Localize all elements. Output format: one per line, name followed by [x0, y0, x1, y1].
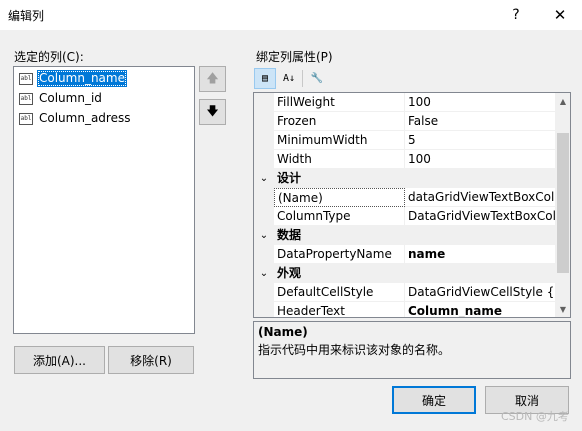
property-name: ColumnType — [274, 207, 405, 226]
add-column-button[interactable]: 添加(A)... — [14, 346, 105, 374]
property-row[interactable]: DefaultCellStyle DataGridViewCellStyle {… — [254, 283, 555, 302]
collapse-icon[interactable]: ⌄ — [254, 226, 274, 245]
list-item-label: Column_id — [39, 91, 102, 105]
row-gutter — [254, 188, 274, 207]
description-text: 指示代码中用来标识该对象的名称。 — [258, 343, 451, 357]
property-value[interactable]: Column_name — [405, 302, 555, 317]
collapse-icon[interactable]: ⌄ — [254, 264, 274, 283]
property-row[interactable]: Width 100 — [254, 150, 555, 169]
property-name: Width — [274, 150, 405, 169]
property-row[interactable]: MinimumWidth 5 — [254, 131, 555, 150]
property-grid-scrollbar[interactable]: ▲ ▼ — [555, 93, 570, 317]
row-gutter — [254, 302, 274, 317]
close-button[interactable]: ✕ — [538, 0, 582, 30]
row-gutter — [254, 93, 274, 112]
category-row-design[interactable]: ⌄ 设计 — [254, 169, 555, 188]
help-button[interactable]: ? — [494, 0, 538, 30]
alphabetical-sort-icon[interactable]: A↓ — [278, 68, 300, 89]
list-item[interactable]: abl Column_id — [17, 89, 104, 108]
selected-columns-list[interactable]: abl Column_name abl Column_id abl Column… — [13, 66, 195, 334]
property-name: (Name) — [274, 188, 405, 207]
property-value[interactable]: DataGridViewTextBoxColu — [405, 207, 555, 226]
category-spacer — [405, 169, 555, 188]
textbox-column-icon: abl — [19, 92, 33, 105]
property-name: DefaultCellStyle — [274, 283, 405, 302]
row-gutter — [254, 131, 274, 150]
property-value[interactable]: DataGridViewCellStyle { } — [405, 283, 555, 302]
window-title: 编辑列 — [8, 9, 45, 23]
property-description-panel: (Name) 指示代码中用来标识该对象的名称。 — [253, 321, 571, 379]
bound-column-properties-label: 绑定列属性(P) — [256, 50, 333, 64]
property-value[interactable]: 5 — [405, 131, 555, 150]
list-item-label: Column_adress — [39, 111, 131, 125]
property-row[interactable]: DataPropertyName name — [254, 245, 555, 264]
property-value[interactable]: name — [405, 245, 555, 264]
row-gutter — [254, 207, 274, 226]
property-value[interactable]: False — [405, 112, 555, 131]
list-item[interactable]: abl Column_adress — [17, 109, 132, 128]
collapse-icon[interactable]: ⌄ — [254, 169, 274, 188]
wrench-icon[interactable]: 🔧 — [306, 68, 328, 89]
list-item-label: Column_name — [37, 70, 127, 87]
textbox-column-icon: abl — [19, 72, 33, 85]
property-row[interactable]: ColumnType DataGridViewTextBoxColu — [254, 207, 555, 226]
property-value[interactable]: 100 — [405, 150, 555, 169]
row-gutter — [254, 150, 274, 169]
watermark: CSDN @九考 — [501, 410, 569, 423]
row-gutter — [254, 283, 274, 302]
category-row-appearance[interactable]: ⌄ 外观 — [254, 264, 555, 283]
property-value[interactable]: 100 — [405, 93, 555, 112]
dialog-client-area: 选定的列(C): abl Column_name abl Column_id a… — [0, 30, 582, 431]
remove-column-button[interactable]: 移除(R) — [108, 346, 194, 374]
property-name: FillWeight — [274, 93, 405, 112]
scroll-down-icon[interactable]: ▼ — [555, 301, 570, 317]
category-name: 数据 — [277, 228, 302, 242]
ok-button[interactable]: 确定 — [392, 386, 476, 414]
property-row[interactable]: (Name) dataGridViewTextBoxColu — [254, 188, 555, 207]
category-row-data[interactable]: ⌄ 数据 — [254, 226, 555, 245]
description-title: (Name) — [258, 325, 308, 339]
category-spacer — [405, 226, 555, 245]
toolbar-separator — [302, 70, 303, 87]
move-down-button[interactable]: 🡇 — [199, 99, 226, 125]
property-grid[interactable]: FillWeight 100 Frozen False MinimumWidth… — [253, 92, 571, 318]
property-name: HeaderText — [274, 302, 405, 317]
categorized-icon[interactable]: ▤ — [254, 68, 276, 89]
category-name: 外观 — [277, 266, 302, 280]
property-row[interactable]: HeaderText Column_name — [254, 302, 555, 317]
selected-columns-label: 选定的列(C): — [14, 50, 84, 64]
property-row[interactable]: Frozen False — [254, 112, 555, 131]
property-value[interactable]: dataGridViewTextBoxColu — [405, 188, 555, 207]
category-name: 设计 — [277, 171, 302, 185]
property-name: DataPropertyName — [274, 245, 405, 264]
arrow-up-icon: 🡅 — [206, 70, 219, 85]
scroll-up-icon[interactable]: ▲ — [555, 93, 570, 109]
title-bar: 编辑列 ? ✕ — [0, 0, 582, 30]
row-gutter — [254, 112, 274, 131]
row-gutter — [254, 245, 274, 264]
property-name: MinimumWidth — [274, 131, 405, 150]
property-grid-toolbar: ▤ A↓ 🔧 — [252, 67, 572, 91]
category-spacer — [405, 264, 555, 283]
textbox-column-icon: abl — [19, 112, 33, 125]
list-item[interactable]: abl Column_name — [17, 69, 127, 88]
property-name: Frozen — [274, 112, 405, 131]
arrow-down-icon: 🡇 — [206, 103, 219, 118]
property-row[interactable]: FillWeight 100 — [254, 93, 555, 112]
scroll-thumb[interactable] — [557, 133, 569, 273]
move-up-button[interactable]: 🡅 — [199, 66, 226, 92]
